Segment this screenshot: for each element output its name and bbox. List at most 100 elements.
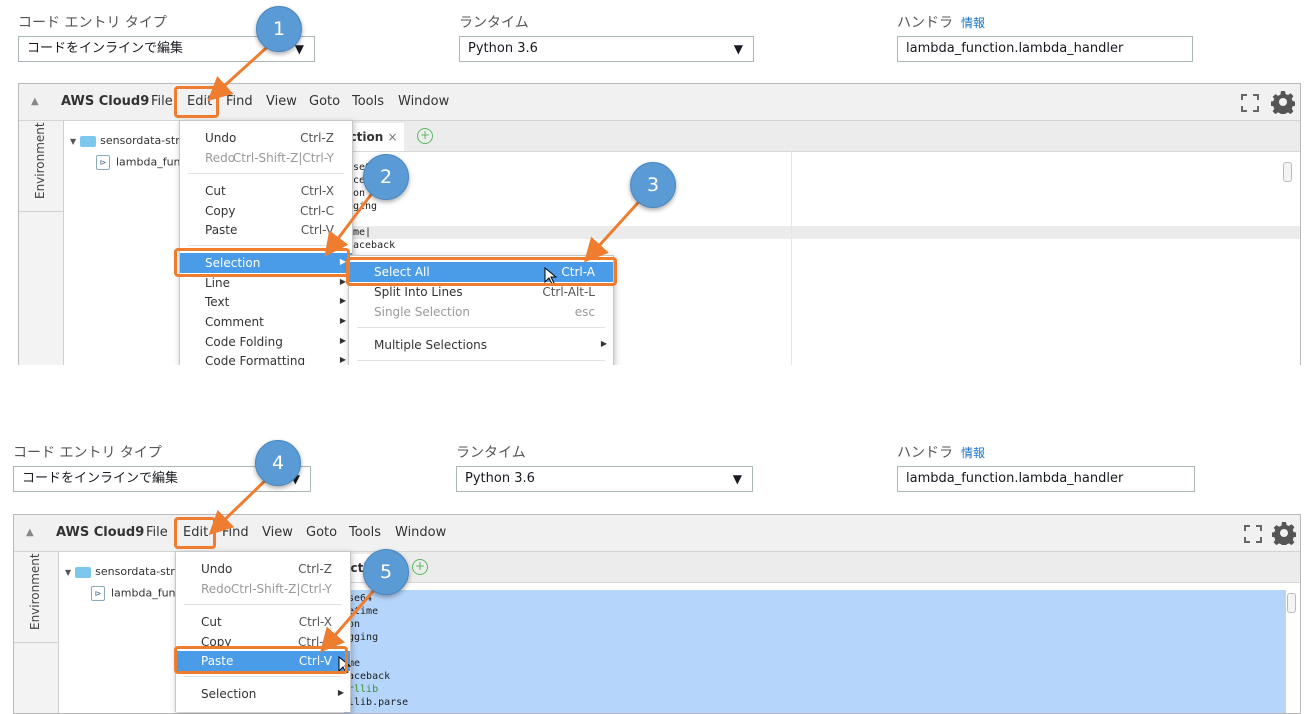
submenu-arrow-icon: ▶ bbox=[339, 316, 346, 325]
menu-window[interactable]: Window bbox=[398, 94, 449, 109]
bottom-panel: コード エントリ タイプ コードをインラインで編集 ▼ ランタイム Python… bbox=[0, 435, 1306, 714]
add-tab-icon[interactable]: + bbox=[412, 559, 428, 575]
code-line[interactable]: llib.parse bbox=[348, 696, 408, 709]
code-line[interactable]: rllib bbox=[348, 683, 378, 696]
info-link[interactable]: 情報 bbox=[961, 16, 985, 30]
menu-item-paste[interactable]: Paste Ctrl-V bbox=[180, 220, 352, 240]
brand-label: AWS Cloud9 bbox=[56, 525, 145, 540]
folder-icon bbox=[75, 566, 92, 578]
submenu-arrow-icon: ▶ bbox=[339, 336, 346, 345]
tree-file[interactable]: ⊳ lambda_funct bbox=[96, 155, 191, 170]
menu-item-undo[interactable]: Undo Ctrl-Z bbox=[176, 559, 350, 579]
tab-strip: ncti + bbox=[336, 552, 1300, 583]
menu-view[interactable]: View bbox=[262, 525, 293, 540]
menu-separator bbox=[184, 676, 342, 677]
collapse-arrow-icon[interactable]: ▲ bbox=[26, 527, 34, 538]
print-margin bbox=[791, 151, 792, 372]
code-entry-type-value: コードをインラインで編集 bbox=[22, 471, 179, 486]
menu-item-label: Split Into Lines bbox=[374, 285, 463, 299]
code-line[interactable]: aceback bbox=[348, 670, 390, 683]
handler-label: ハンドラ 情報 bbox=[897, 442, 985, 462]
menu-item-label: Single Selection bbox=[374, 305, 471, 319]
menu-file[interactable]: File bbox=[146, 525, 168, 540]
menu-item-single-selection[interactable]: Single Selection esc bbox=[349, 302, 613, 322]
fullscreen-icon[interactable] bbox=[1241, 94, 1259, 112]
menu-item-label: Text bbox=[205, 295, 230, 309]
menu-item-multiple-selections[interactable]: Multiple Selections ▶ bbox=[349, 335, 613, 355]
menu-item-undo[interactable]: Undo Ctrl-Z bbox=[180, 128, 352, 148]
highlight-edit-menu bbox=[174, 86, 219, 118]
highlight-selection-item bbox=[174, 248, 350, 277]
menu-separator bbox=[188, 173, 344, 174]
step-badge-2: 2 bbox=[363, 154, 409, 200]
shortcut-label: esc bbox=[574, 305, 595, 319]
code-line[interactable]: se64 bbox=[348, 592, 372, 605]
submenu-arrow-icon: ▶ bbox=[337, 688, 344, 697]
menu-item-redo[interactable]: Redo Ctrl-Shift-Z|Ctrl-Y bbox=[176, 579, 350, 599]
code-line[interactable]: gging bbox=[348, 631, 378, 644]
menu-item-text[interactable]: Text ▶ bbox=[180, 292, 352, 312]
code-line[interactable]: on bbox=[353, 187, 365, 200]
code-line[interactable]: ging bbox=[353, 200, 377, 213]
handler-label: ハンドラ 情報 bbox=[897, 12, 985, 32]
menu-file[interactable]: File bbox=[151, 94, 173, 109]
menu-item-cut[interactable]: Cut Ctrl-X bbox=[176, 612, 350, 632]
environment-tab[interactable]: Environment bbox=[14, 552, 58, 643]
code-line[interactable]: me| bbox=[353, 226, 371, 239]
code-line[interactable]: etime bbox=[348, 605, 378, 618]
menu-view[interactable]: View bbox=[266, 94, 297, 109]
folder-icon bbox=[80, 135, 97, 147]
expand-arrow-icon: ▼ bbox=[70, 137, 77, 146]
tree-file[interactable]: ⊳ lambda_funct bbox=[91, 586, 186, 601]
shortcut-label: Ctrl-Z bbox=[300, 131, 334, 145]
submenu-arrow-icon: ▶ bbox=[600, 339, 607, 348]
step-badge-1: 1 bbox=[256, 6, 302, 52]
environment-tab[interactable]: Environment bbox=[19, 121, 63, 212]
handler-input[interactable]: lambda_function.lambda_handler bbox=[897, 466, 1195, 492]
menu-item-redo[interactable]: Redo Ctrl-Shift-Z|Ctrl-Y bbox=[180, 148, 352, 168]
scrollbar-thumb[interactable] bbox=[1287, 593, 1296, 613]
menu-separator bbox=[357, 327, 605, 328]
menu-item-code-folding[interactable]: Code Folding ▶ bbox=[180, 332, 352, 352]
menu-separator bbox=[188, 245, 344, 246]
tree-folder[interactable]: ▼ sensordata-strea bbox=[70, 134, 193, 147]
code-entry-type-value: コードをインラインで編集 bbox=[27, 41, 184, 56]
runtime-value: Python 3.6 bbox=[465, 471, 535, 486]
menu-find[interactable]: Find bbox=[222, 525, 249, 540]
menu-item-label: Line bbox=[205, 276, 231, 290]
info-link[interactable]: 情報 bbox=[961, 446, 985, 460]
runtime-select[interactable]: Python 3.6 ▼ bbox=[456, 466, 753, 492]
scrollbar-thumb[interactable] bbox=[1283, 162, 1292, 182]
shortcut-label: Ctrl-Shift-Z|Ctrl-Y bbox=[232, 151, 334, 165]
menu-tools[interactable]: Tools bbox=[352, 94, 384, 109]
gear-icon[interactable] bbox=[1271, 90, 1295, 114]
tab-strip: nction × + bbox=[335, 121, 1300, 152]
submenu-arrow-icon: ▶ bbox=[339, 355, 346, 364]
runtime-select[interactable]: Python 3.6 ▼ bbox=[459, 36, 754, 62]
code-entry-type-label: コード エントリ タイプ bbox=[18, 15, 167, 31]
menu-item-label: Code Folding bbox=[205, 335, 283, 349]
fullscreen-icon[interactable] bbox=[1244, 525, 1262, 543]
menu-item-copy[interactable]: Copy Ctrl-C bbox=[180, 201, 352, 221]
dropdown-arrow-icon: ▼ bbox=[733, 42, 743, 56]
menu-separator bbox=[184, 604, 342, 605]
menu-tools[interactable]: Tools bbox=[349, 525, 381, 540]
menu-goto[interactable]: Goto bbox=[309, 94, 340, 109]
menu-find[interactable]: Find bbox=[226, 94, 253, 109]
shortcut-label: Ctrl-Alt-L bbox=[542, 285, 595, 299]
menu-item-comment[interactable]: Comment ▶ bbox=[180, 312, 352, 332]
close-icon[interactable]: × bbox=[387, 130, 397, 144]
menu-goto[interactable]: Goto bbox=[306, 525, 337, 540]
menu-window[interactable]: Window bbox=[395, 525, 446, 540]
menu-item-cut[interactable]: Cut Ctrl-X bbox=[180, 181, 352, 201]
menu-item-selection[interactable]: Selection ▶ bbox=[176, 684, 350, 704]
menu-item-label: Comment bbox=[205, 315, 264, 329]
add-tab-icon[interactable]: + bbox=[417, 128, 433, 144]
tree-folder[interactable]: ▼ sensordata-strea bbox=[65, 565, 188, 578]
code-line[interactable]: aceback bbox=[353, 239, 395, 252]
collapse-arrow-icon[interactable]: ▲ bbox=[31, 96, 39, 107]
gear-icon[interactable] bbox=[1272, 521, 1296, 545]
python-file-icon: ⊳ bbox=[96, 155, 110, 170]
handler-input[interactable]: lambda_function.lambda_handler bbox=[897, 36, 1193, 62]
editor-pane: ncti + se64 etime on gging me aceback rl… bbox=[336, 552, 1300, 713]
